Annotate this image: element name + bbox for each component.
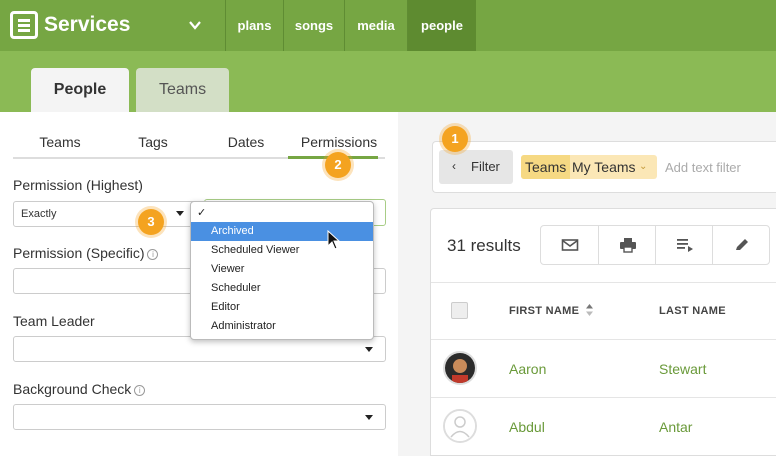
- caret-down-icon: [365, 415, 373, 420]
- services-logo-icon: [10, 11, 38, 39]
- nav-tab-plans[interactable]: plans: [225, 0, 283, 51]
- step-badge-1: 1: [442, 126, 468, 152]
- table-divider: [431, 282, 776, 283]
- filter-tab-permissions[interactable]: Permissions: [294, 134, 384, 150]
- printer-icon: [620, 238, 636, 253]
- sort-icon[interactable]: [586, 304, 593, 316]
- mouse-cursor-icon: [327, 230, 341, 250]
- envelope-icon: [561, 239, 579, 251]
- filter-chip-key: Teams: [521, 155, 571, 179]
- column-header-last-name[interactable]: LAST NAME: [659, 305, 726, 317]
- list-export-button[interactable]: [655, 226, 712, 264]
- table-row[interactable]: Abdul: [509, 419, 545, 435]
- permission-highest-label: Permission (Highest): [13, 177, 143, 193]
- background-check-text: Background Check: [13, 381, 132, 397]
- column-header-first-name[interactable]: FIRST NAME: [509, 305, 579, 317]
- filter-chip-teams[interactable]: Teams My Teams ⌄: [521, 155, 657, 179]
- background-check-label: Background Check i: [13, 381, 146, 397]
- table-row[interactable]: Stewart: [659, 361, 706, 377]
- filter-toggle-button[interactable]: ‹ Filter: [439, 150, 513, 184]
- edit-button[interactable]: [712, 226, 769, 264]
- info-icon[interactable]: i: [147, 249, 159, 260]
- filter-chip-value: My Teams: [572, 159, 636, 175]
- text-filter-input[interactable]: Add text filter: [665, 160, 741, 175]
- app-name: Services: [44, 13, 131, 36]
- step-badge-3: 3: [138, 209, 164, 235]
- person-placeholder-icon: [445, 411, 475, 441]
- menu-item-scheduler[interactable]: Scheduler: [191, 279, 373, 298]
- caret-down-icon: [176, 211, 184, 216]
- permission-comparator-value: Exactly: [21, 208, 57, 220]
- avatar[interactable]: [443, 351, 477, 385]
- permission-specific-text: Permission (Specific): [13, 245, 145, 261]
- menu-item-archived[interactable]: Archived: [191, 222, 373, 241]
- app-brand[interactable]: Services: [10, 11, 130, 39]
- step-badge-2: 2: [325, 152, 351, 178]
- email-button[interactable]: [541, 226, 598, 264]
- filter-tab-tags[interactable]: Tags: [128, 134, 178, 150]
- table-divider: [431, 397, 776, 398]
- permission-comparator-select[interactable]: Exactly: [13, 201, 196, 227]
- filter-tab-dates[interactable]: Dates: [220, 134, 272, 150]
- nav-tab-media[interactable]: media: [344, 0, 407, 51]
- tab-teams[interactable]: Teams: [136, 68, 229, 112]
- chevron-down-icon[interactable]: [188, 18, 202, 32]
- filter-tab-teams[interactable]: Teams: [30, 134, 90, 150]
- chevron-down-icon: ⌄: [639, 161, 648, 172]
- top-nav-bar: Services plans songs media people: [0, 0, 776, 51]
- info-icon[interactable]: i: [134, 385, 146, 396]
- table-row[interactable]: Aaron: [509, 361, 546, 377]
- menu-item-administrator[interactable]: Administrator: [191, 317, 373, 336]
- results-toolbar: [540, 225, 770, 265]
- nav-tab-people[interactable]: people: [407, 0, 476, 51]
- avatar[interactable]: [443, 409, 477, 443]
- permission-specific-label: Permission (Specific) i: [13, 245, 159, 261]
- background-check-select[interactable]: [13, 404, 386, 430]
- tab-people[interactable]: People: [31, 68, 129, 112]
- menu-item-scheduled-viewer[interactable]: Scheduled Viewer: [191, 241, 373, 260]
- table-row[interactable]: Antar: [659, 419, 692, 435]
- menu-item-viewer[interactable]: Viewer: [191, 260, 373, 279]
- select-all-checkbox[interactable]: [451, 302, 468, 319]
- chevron-left-icon: ‹: [452, 159, 456, 173]
- caret-down-icon: [365, 347, 373, 352]
- check-icon: ✓: [197, 207, 207, 219]
- permission-dropdown-menu: ✓ Archived Scheduled Viewer Viewer Sched…: [190, 201, 374, 340]
- filter-button-label: Filter: [471, 159, 500, 174]
- print-button[interactable]: [598, 226, 655, 264]
- page-tab-bar: People Teams: [0, 51, 776, 112]
- pencil-icon: [736, 239, 748, 250]
- table-divider: [431, 339, 776, 340]
- results-count: 31 results: [447, 236, 521, 255]
- team-leader-label: Team Leader: [13, 313, 95, 329]
- nav-tab-songs[interactable]: songs: [283, 0, 344, 51]
- menu-item-editor[interactable]: Editor: [191, 298, 373, 317]
- list-icon: [677, 239, 693, 252]
- person-photo-icon: [445, 353, 475, 383]
